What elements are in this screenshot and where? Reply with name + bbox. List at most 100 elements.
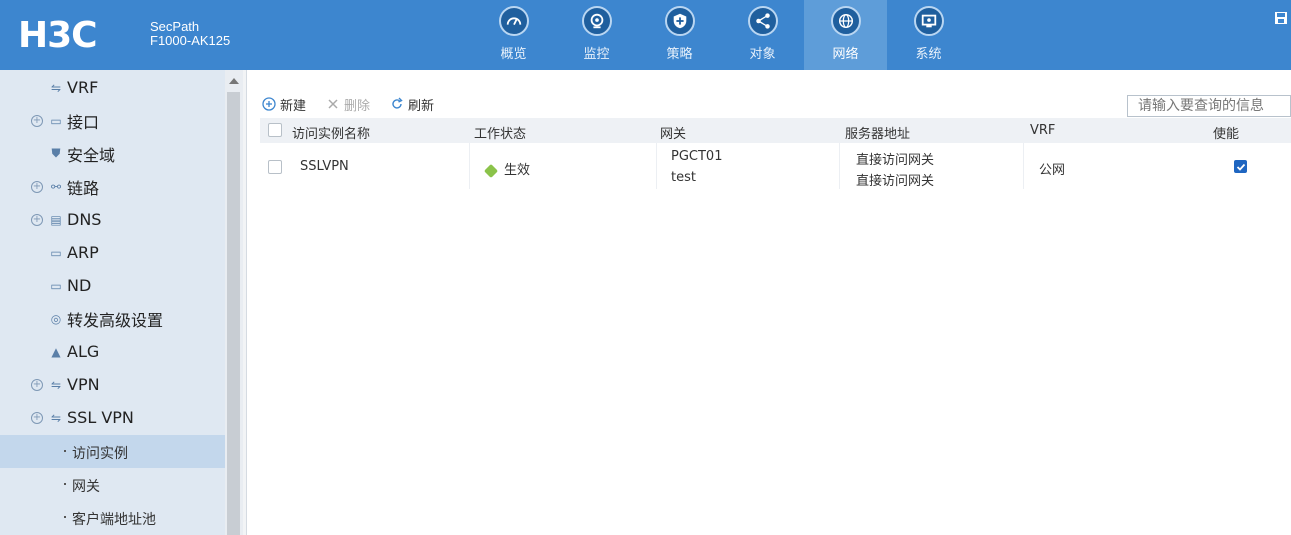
shield-plus-icon (665, 6, 695, 36)
sidebar-item-label: 接口 (67, 112, 100, 132)
add-circle-icon (262, 97, 276, 111)
vrf-value: 公网 (1039, 163, 1066, 178)
column-header[interactable]: 网关 (660, 123, 686, 142)
nd-icon: ▭ (50, 278, 62, 293)
status-active-icon (483, 163, 499, 178)
refresh-icon (392, 97, 403, 109)
ssl-vpn-icon: ⇋ (50, 410, 62, 425)
refresh-button[interactable]: 刷新 (390, 95, 434, 114)
server-address-1: 直接访问网关 (856, 153, 935, 168)
column-divider (656, 143, 657, 189)
screen-icon (914, 6, 944, 36)
top-header: H3C SecPath F1000-AK125 概览 监控 策略 对象 网络 系… (0, 0, 1291, 70)
forwarding-settings-icon: ◎ (50, 311, 62, 326)
column-header[interactable]: VRF (1030, 123, 1055, 138)
table-row[interactable]: SSLVPN 生效 PGCT01 test 直接访问网关 直接访问网关 公网 (260, 143, 1291, 189)
nav-system[interactable]: 系统 (887, 0, 970, 70)
sidebar-item-alg[interactable]: ▲ ALG (0, 335, 225, 368)
nav-policy[interactable]: 策略 (638, 0, 721, 70)
sidebar-subitem-label: 网关 (72, 479, 100, 495)
sidebar-subitem-label: 访问实例 (72, 446, 128, 462)
sidebar-item-security-zone[interactable]: ⛊ 安全域 (0, 137, 225, 170)
column-header[interactable]: 工作状态 (474, 123, 526, 142)
product-line-1: SecPath (150, 19, 200, 34)
sidebar-item-vpn[interactable]: + ⇋ VPN (0, 368, 225, 401)
dns-icon: ▤ (50, 212, 62, 227)
interface-icon: ▭ (50, 113, 62, 128)
expand-icon[interactable]: + (31, 411, 43, 424)
search-input[interactable]: 请输入要查询的信息 (1127, 95, 1291, 117)
expand-icon[interactable]: + (31, 213, 43, 226)
sidebar-item-label: 转发高级设置 (67, 310, 164, 330)
new-button[interactable]: 新建 (262, 95, 306, 114)
status-cell: 生效 (483, 159, 531, 178)
scroll-thumb[interactable] (227, 92, 240, 535)
vpn-icon: ⇋ (50, 377, 62, 392)
sidebar-item-interface[interactable]: + ▭ 接口 (0, 104, 225, 137)
select-all-checkbox[interactable] (268, 123, 282, 137)
bullet-icon (64, 450, 66, 452)
sidebar-item-link[interactable]: + ⚯ 链路 (0, 170, 225, 203)
main-nav: 概览 监控 策略 对象 网络 系统 (472, 0, 970, 70)
vrf-icon: ⇋ (50, 80, 62, 95)
sidebar-item-nd[interactable]: ▭ ND (0, 269, 225, 302)
sidebar-subitem[interactable]: 网关 (0, 468, 225, 501)
nav-label: 系统 (915, 47, 942, 62)
column-header[interactable]: 访问实例名称 (292, 123, 370, 142)
nav-label: 概览 (500, 47, 527, 62)
sidebar-scrollbar[interactable] (225, 70, 243, 535)
h3c-logo: H3C (18, 15, 98, 56)
column-header[interactable]: 服务器地址 (845, 123, 910, 142)
table-header: 访问实例名称 工作状态 网关 服务器地址 VRF 使能 (260, 118, 1291, 143)
nav-monitor[interactable]: 监控 (555, 0, 638, 70)
expand-icon[interactable]: + (31, 114, 43, 127)
bullet-icon (64, 516, 66, 518)
row-checkbox[interactable] (268, 160, 282, 174)
close-icon (328, 99, 338, 109)
save-icon[interactable] (1275, 12, 1287, 24)
refresh-label: 刷新 (408, 98, 435, 114)
nav-object[interactable]: 对象 (721, 0, 804, 70)
delete-button[interactable]: 删除 (326, 95, 370, 114)
status-text: 生效 (504, 163, 531, 178)
sidebar-subitem[interactable]: 客户端地址池 (0, 501, 225, 534)
column-divider (469, 143, 470, 189)
monitor-camera-icon (582, 6, 612, 36)
sidebar-item-label: ARP (67, 243, 99, 262)
sidebar-item-arp[interactable]: ▭ ARP (0, 236, 225, 269)
sidebar-subitem[interactable]: 访问实例 (0, 435, 225, 468)
sidebar-item-forwarding-settings[interactable]: ◎ 转发高级设置 (0, 302, 225, 335)
sidebar-item-dns[interactable]: + ▤ DNS (0, 203, 225, 236)
expand-icon[interactable]: + (31, 180, 43, 193)
sidebar-item-ssl-vpn[interactable]: + ⇋ SSL VPN (0, 401, 225, 434)
panel-splitter[interactable] (243, 70, 247, 535)
expand-icon[interactable]: + (31, 378, 43, 391)
globe-icon (831, 6, 861, 36)
scroll-up-icon[interactable] (229, 78, 239, 84)
column-header[interactable]: 使能 (1213, 123, 1239, 142)
server-address-2: 直接访问网关 (856, 174, 935, 189)
column-divider (839, 143, 840, 189)
column-divider (1023, 143, 1024, 189)
sidebar-item-label: ALG (67, 342, 100, 361)
nav-overview[interactable]: 概览 (472, 0, 555, 70)
sidebar-item-label: VRF (67, 78, 99, 97)
share-nodes-icon (748, 6, 778, 36)
nav-label: 策略 (666, 47, 693, 62)
arp-icon: ▭ (50, 245, 62, 260)
nav-label: 监控 (583, 47, 610, 62)
product-name: SecPath F1000-AK125 (150, 20, 230, 48)
nav-network[interactable]: 网络 (804, 0, 887, 70)
product-line-2: F1000-AK125 (150, 33, 231, 48)
sidebar-item-label: DNS (67, 210, 102, 229)
sidebar-item-label: ND (67, 276, 92, 295)
new-label: 新建 (280, 98, 307, 114)
sidebar-item-label: VPN (67, 375, 100, 394)
gateway-2: test (671, 170, 696, 185)
enable-checkbox[interactable] (1234, 160, 1247, 173)
sidebar-item-label: 安全域 (67, 145, 116, 165)
gateway-1: PGCT01 (671, 149, 723, 164)
sidebar-item-vrf[interactable]: ⇋ VRF (0, 71, 225, 104)
toolbar: 新建 删除 刷新 (262, 94, 454, 114)
sidebar-menu: ⇋ VRF + ▭ 接口 ⛊ 安全域 + ⚯ 链路 + ▤ DNS ▭ ARP ▭ ND ◎ 转发高级设置 ▲ ALG +… (0, 70, 225, 535)
